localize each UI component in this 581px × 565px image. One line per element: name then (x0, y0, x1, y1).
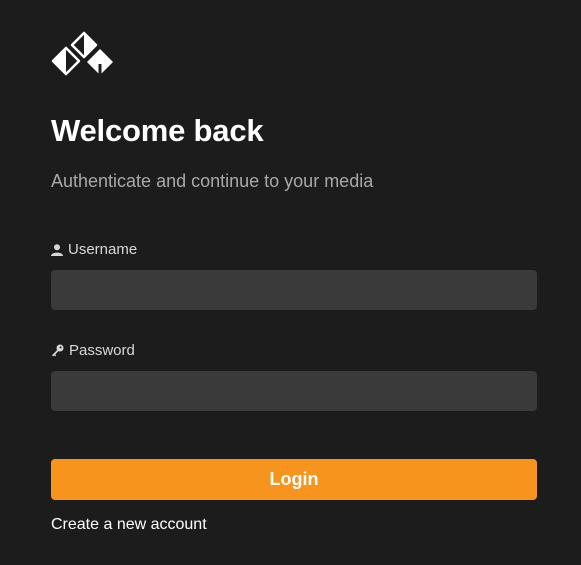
page-title: Welcome back (51, 113, 264, 148)
login-button[interactable]: Login (51, 459, 537, 500)
user-icon (51, 243, 63, 256)
username-label: Username (51, 241, 137, 258)
key-icon (52, 344, 64, 357)
password-label-text: Password (69, 342, 135, 359)
password-label: Password (51, 342, 135, 359)
app-logo-icon (51, 31, 113, 77)
username-label-text: Username (68, 241, 138, 258)
login-page: Welcome back Authenticate and continue t… (0, 0, 581, 565)
page-subtitle: Authenticate and continue to your media (51, 171, 374, 191)
create-account-link[interactable]: Create a new account (51, 516, 207, 534)
username-input[interactable] (51, 270, 537, 310)
password-input[interactable] (51, 371, 537, 411)
